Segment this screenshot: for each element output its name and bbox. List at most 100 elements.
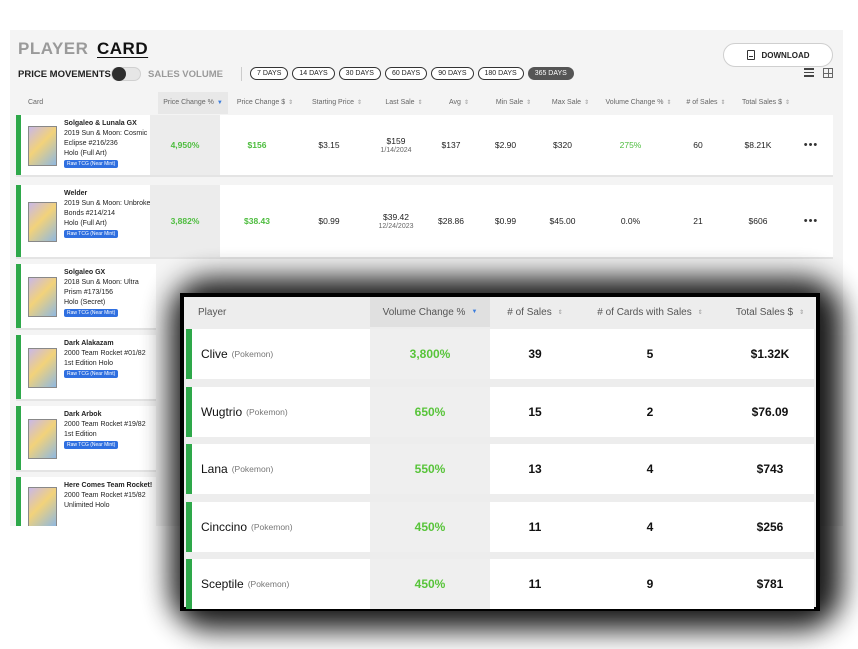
sort-icon[interactable]: ⇕ xyxy=(558,309,563,316)
player-row[interactable]: Clive (Pokemon) 3,800% 39 5 $1.32K xyxy=(186,329,814,379)
row-accent-bar xyxy=(16,406,21,470)
download-label: DOWNLOAD xyxy=(761,50,810,60)
card-row[interactable]: Solgaleo GX 2018 Sun & Moon: Ultra Prism … xyxy=(16,264,156,330)
sort-icon[interactable]: ⇕ xyxy=(357,99,362,107)
card-variant: Holo (Secret) xyxy=(64,299,106,306)
grid-view-icon[interactable] xyxy=(823,68,833,78)
player-name[interactable]: Cinccino xyxy=(201,520,247,534)
card-thumbnail[interactable] xyxy=(28,202,57,242)
card-thumbnail[interactable] xyxy=(28,419,57,459)
sort-icon[interactable]: ⇕ xyxy=(785,99,790,107)
column-label: # of Cards with Sales xyxy=(597,306,692,318)
card-thumbnail[interactable] xyxy=(28,126,57,166)
column-header[interactable]: # of Cards with Sales ⇕ xyxy=(580,297,720,327)
column-header[interactable]: Last Sale ⇕ xyxy=(374,92,434,114)
player-name[interactable]: Lana xyxy=(201,462,228,476)
card-row[interactable]: Dark Arbok 2000 Team Rocket #19/82 1st Edi… xyxy=(16,406,156,472)
sort-icon[interactable]: ⇕ xyxy=(288,99,293,107)
sort-icon[interactable]: ⇕ xyxy=(526,99,531,107)
sort-icon[interactable]: ⇕ xyxy=(721,99,726,107)
column-header[interactable]: # of Sales ⇕ xyxy=(678,92,734,114)
player-name-cell[interactable]: Wugtrio (Pokemon) xyxy=(201,387,288,437)
price-movements-label[interactable]: PRICE MOVEMENTS xyxy=(18,69,111,80)
card-name[interactable]: Welder xyxy=(64,189,156,199)
card-name[interactable]: Solgaleo GX xyxy=(64,268,156,278)
sort-icon[interactable]: ⇕ xyxy=(666,99,671,107)
column-header[interactable]: Total Sales $ ⇕ xyxy=(720,297,820,327)
day-chip[interactable]: 90 DAYS xyxy=(431,67,474,80)
player-row[interactable]: Lana (Pokemon) 550% 13 4 $743 xyxy=(186,444,814,494)
card-name[interactable]: Dark Arbok xyxy=(64,410,156,420)
volume-change-value: 275% xyxy=(619,140,642,150)
player-name-cell[interactable]: Cinccino (Pokemon) xyxy=(201,502,293,552)
column-label: # of Sales xyxy=(507,306,552,318)
card-thumbnail[interactable] xyxy=(28,277,57,317)
grade-badge: Raw TCG (Near Mint) xyxy=(64,230,119,238)
mode-toggle[interactable] xyxy=(111,67,141,81)
player-row[interactable]: Cinccino (Pokemon) 450% 11 4 $256 xyxy=(186,501,814,552)
day-chip[interactable]: 30 DAYS xyxy=(338,67,381,80)
sort-icon[interactable]: ⇕ xyxy=(464,99,469,107)
download-button[interactable]: DOWNLOAD xyxy=(723,43,833,67)
sort-icon[interactable]: ⇕ xyxy=(584,99,589,107)
column-header[interactable]: Price Change $ ⇕ xyxy=(230,92,300,114)
day-chip[interactable]: 365 DAYS xyxy=(527,67,574,80)
column-header[interactable]: Starting Price ⇕ xyxy=(302,92,372,114)
column-header[interactable]: Total Sales $ ⇕ xyxy=(736,92,796,114)
card-row[interactable]: Solgaleo & Lunala GX 2019 Sun & Moon: Cos… xyxy=(16,115,833,177)
column-header[interactable]: Price Change % ▼ xyxy=(158,92,228,114)
column-header[interactable]: Min Sale ⇕ xyxy=(486,92,541,114)
sort-icon[interactable]: ⇕ xyxy=(698,309,703,316)
player-name[interactable]: Wugtrio xyxy=(201,405,242,419)
column-header[interactable]: # of Sales ⇕ xyxy=(490,297,580,327)
player-name[interactable]: Clive xyxy=(201,347,228,361)
avg-value: $28.86 xyxy=(438,216,464,226)
day-chip[interactable]: 7 DAYS xyxy=(250,67,289,80)
player-type: (Pokemon) xyxy=(231,349,274,359)
more-icon[interactable]: ••• xyxy=(804,215,819,227)
player-row[interactable]: Wugtrio (Pokemon) 650% 15 2 $76.09 xyxy=(186,386,814,437)
sales-volume-label[interactable]: SALES VOLUME xyxy=(148,69,223,80)
column-label: Max Sale xyxy=(551,99,582,106)
column-header[interactable]: Volume Change % ▼ xyxy=(370,297,490,327)
card-thumbnail[interactable] xyxy=(28,487,57,526)
starting-price-cell: $3.15 xyxy=(294,115,364,175)
sort-icon[interactable]: ⇕ xyxy=(418,99,423,107)
player-name[interactable]: Sceptile xyxy=(201,577,244,591)
card-row[interactable]: Here Comes Team Rocket! 2000 Team Rocket … xyxy=(16,477,156,526)
sort-icon[interactable]: ▼ xyxy=(217,99,223,107)
card-name[interactable]: Here Comes Team Rocket! xyxy=(64,481,156,491)
day-chip[interactable]: 14 DAYS xyxy=(292,67,335,80)
card-set: 2019 Sun & Moon: Cosmic Eclipse #216/236 xyxy=(64,130,148,147)
list-view-icon[interactable] xyxy=(804,68,814,77)
more-menu[interactable]: ••• xyxy=(796,115,826,175)
column-header[interactable]: Avg ⇕ xyxy=(436,92,482,114)
grade-badge: Raw TCG (Near Mint) xyxy=(64,370,119,378)
card-row[interactable]: Welder 2019 Sun & Moon: Unbroken Bonds #2… xyxy=(16,185,833,259)
player-name-cell[interactable]: Sceptile (Pokemon) xyxy=(201,559,289,609)
num-sales-value: 21 xyxy=(693,216,703,226)
more-menu[interactable]: ••• xyxy=(796,185,826,257)
column-header[interactable]: Max Sale ⇕ xyxy=(543,92,598,114)
card-row[interactable]: Dark Alakazam 2000 Team Rocket #01/82 1st … xyxy=(16,335,156,401)
column-label: Price Change % xyxy=(163,99,214,106)
card-thumbnail[interactable] xyxy=(28,348,57,388)
sort-icon[interactable]: ⇕ xyxy=(799,309,804,316)
card-name[interactable]: Solgaleo & Lunala GX xyxy=(64,119,156,129)
player-row[interactable]: Sceptile (Pokemon) 450% 11 9 $781 xyxy=(186,559,814,609)
day-chip[interactable]: 180 DAYS xyxy=(477,67,524,80)
tab-player[interactable]: PLAYER xyxy=(18,39,88,59)
grade-badge: Raw TCG (Near Mint) xyxy=(64,309,119,317)
row-accent-bar xyxy=(186,501,192,552)
player-name-cell[interactable]: Lana (Pokemon) xyxy=(201,444,273,494)
day-chip[interactable]: 60 DAYS xyxy=(384,67,428,80)
card-name[interactable]: Dark Alakazam xyxy=(64,339,156,349)
price-change-usd-cell: $156 xyxy=(222,115,292,175)
tab-card[interactable]: CARD xyxy=(97,39,148,59)
more-icon[interactable]: ••• xyxy=(804,139,819,151)
card-set: 2000 Team Rocket #01/82 xyxy=(64,350,146,357)
sort-icon[interactable]: ▼ xyxy=(471,309,477,315)
volume-change-value: 0.0% xyxy=(620,216,641,226)
player-name-cell[interactable]: Clive (Pokemon) xyxy=(201,329,273,379)
column-header[interactable]: Volume Change % ⇕ xyxy=(601,92,676,114)
